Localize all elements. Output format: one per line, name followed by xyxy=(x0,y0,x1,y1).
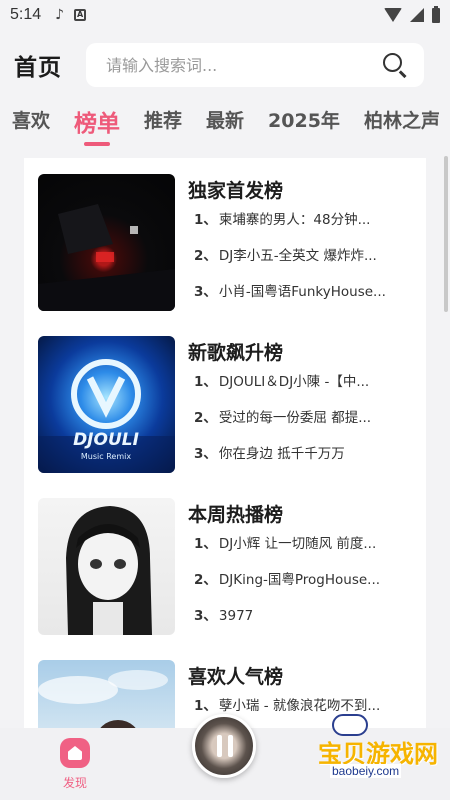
category-tabs: 喜欢 榜单 推荐 最新 2025年 柏林之声 xyxy=(0,98,450,150)
tab-recommended[interactable]: 推荐 xyxy=(144,98,182,150)
tiktok-icon: ♪ xyxy=(55,7,65,23)
rank-cover-image[interactable] xyxy=(38,660,175,728)
tab-2025[interactable]: 2025年 xyxy=(268,98,340,150)
page-title: 首页 xyxy=(14,55,62,81)
nav-discover[interactable]: 发现 xyxy=(50,738,100,791)
pause-icon[interactable] xyxy=(217,735,233,757)
wifi-icon xyxy=(384,8,402,22)
svg-text:Music Remix: Music Remix xyxy=(81,452,131,461)
search-input[interactable] xyxy=(106,55,382,75)
rank-cover-image[interactable] xyxy=(38,174,175,311)
track-item[interactable]: 2、 DJKing-国粤ProgHouse... xyxy=(194,568,404,588)
track-item[interactable]: 3、 3977 xyxy=(194,604,404,624)
track-item[interactable]: 2、 DJ李小五-全英文 爆炸炸... xyxy=(194,244,404,264)
rank-name: 喜欢人气榜 xyxy=(188,666,284,688)
notification-a-icon: A xyxy=(74,9,87,21)
gamepad-icon xyxy=(332,714,368,736)
watermark-logo: 宝贝游戏网 baobeiy.com xyxy=(318,714,446,794)
track-item[interactable]: 3、 你在身边 抵千千万万 xyxy=(194,442,404,462)
svg-text:DJOULI: DJOULI xyxy=(73,430,139,450)
status-time: 5:14 xyxy=(10,6,42,23)
rank-cover-image[interactable]: DJOULI Music Remix xyxy=(38,336,175,473)
header: 首页 xyxy=(0,38,450,92)
track-item[interactable]: 1、 DJOULI＆DJ小陳 -【中... xyxy=(194,370,404,390)
rank-cover-image[interactable] xyxy=(38,498,175,635)
tab-latest[interactable]: 最新 xyxy=(206,98,244,150)
tab-favorites[interactable]: 喜欢 xyxy=(12,98,50,150)
rank-name: 本周热播榜 xyxy=(188,504,284,526)
signal-icon xyxy=(410,8,424,22)
track-item[interactable]: 1、 孽小瑞 - 就像浪花吻不到... xyxy=(194,694,404,714)
rank-card[interactable]: 独家首发榜 1、 柬埔寨的男人：48分钟... 2、 DJ李小五-全英文 爆炸炸..… xyxy=(38,174,418,314)
rank-name: 独家首发榜 xyxy=(188,180,284,202)
tab-charts[interactable]: 榜单 xyxy=(74,98,120,150)
search-icon[interactable] xyxy=(382,52,408,78)
watermark-url: baobeiy.com xyxy=(330,764,402,778)
track-item[interactable]: 3、 小肖-国粤语FunkyHouse... xyxy=(194,280,404,300)
rank-name: 新歌飙升榜 xyxy=(188,342,284,364)
home-icon xyxy=(60,738,90,768)
djouli-logo-image: DJOULI Music Remix xyxy=(38,359,175,473)
rank-list[interactable]: 独家首发榜 1、 柬埔寨的男人：48分钟... 2、 DJ李小五-全英文 爆炸炸..… xyxy=(24,158,426,728)
tab-berlin-sound[interactable]: 柏林之声 xyxy=(364,98,440,150)
nav-discover-label: 发现 xyxy=(62,776,87,790)
night-scene-image xyxy=(38,204,175,311)
rank-card[interactable]: DJOULI Music Remix 新歌飙升榜 1、 DJOULI＆DJ小陳 -… xyxy=(38,336,418,476)
track-item[interactable]: 1、 DJ小辉 让一切随风 前度... xyxy=(194,532,404,552)
battery-icon xyxy=(432,5,440,23)
search-box[interactable] xyxy=(86,43,424,87)
rank-card[interactable]: 本周热播榜 1、 DJ小辉 让一切随风 前度... 2、 DJKing-国粤Prog… xyxy=(38,498,418,638)
track-item[interactable]: 1、 柬埔寨的男人：48分钟... xyxy=(194,208,404,228)
mini-player[interactable] xyxy=(192,714,256,778)
status-bar: 5:14 ♪ A xyxy=(0,0,450,30)
sky-photo-image xyxy=(38,670,168,728)
track-item[interactable]: 2、 受过的每一份委屈 都提... xyxy=(194,406,404,426)
anime-girl-image xyxy=(66,506,152,635)
scrollbar[interactable] xyxy=(444,156,448,312)
